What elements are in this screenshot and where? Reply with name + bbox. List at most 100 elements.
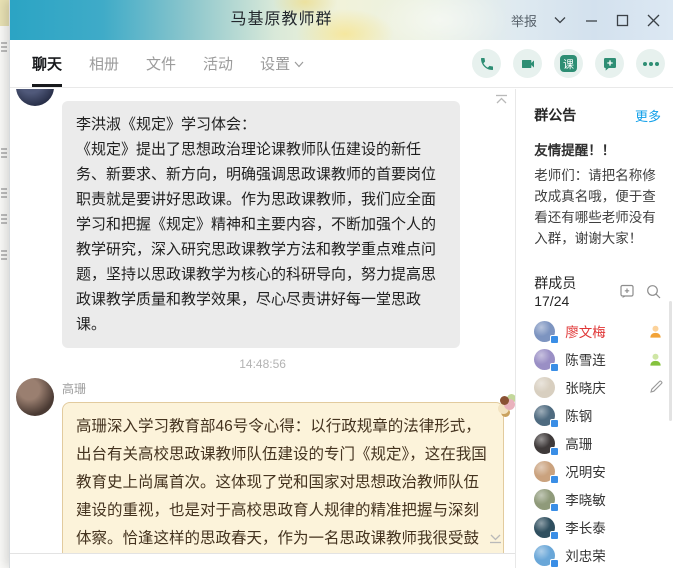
- member-row[interactable]: 张晓庆: [516, 373, 673, 401]
- toolbar-actions: 课: [472, 49, 665, 78]
- member-avatar[interactable]: [534, 433, 555, 454]
- tab-settings-label: 设置: [260, 53, 290, 74]
- background-text-fragment: [1, 42, 7, 52]
- announcement-notice-title: 友情提醒！！: [534, 139, 661, 159]
- tab-chat-label: 聊天: [32, 53, 62, 74]
- member-name: 李长泰: [565, 517, 606, 537]
- avatar[interactable]: [16, 89, 54, 106]
- invite-member-icon[interactable]: [619, 284, 635, 299]
- member-avatar[interactable]: [534, 321, 555, 342]
- video-camera-icon: [520, 56, 536, 72]
- member-row[interactable]: 高珊: [516, 429, 673, 457]
- background-window-sliver: [0, 0, 9, 568]
- pencil-icon: [649, 380, 663, 394]
- background-window-fragment: [0, 0, 9, 26]
- member-row[interactable]: 李长泰: [516, 513, 673, 541]
- scroll-to-top-icon[interactable]: [494, 92, 509, 110]
- course-button[interactable]: 课: [554, 49, 583, 78]
- message-bubble: 李洪淑《规定》学习体会： 《规定》提出了思想政治理论课教师队伍建设的新任务、新要…: [62, 101, 460, 348]
- titlebar[interactable]: 马基原教师群 举报: [10, 0, 673, 40]
- tab-album[interactable]: 相册: [89, 40, 119, 87]
- sender-name: 高珊: [62, 378, 515, 397]
- tab-settings[interactable]: 设置: [260, 40, 304, 87]
- window-title: 马基原教师群: [10, 0, 553, 40]
- online-badge: [550, 363, 559, 372]
- chevron-down-icon[interactable]: [552, 12, 568, 28]
- tab-album-label: 相册: [89, 53, 119, 74]
- tab-files-label: 文件: [146, 53, 176, 74]
- tab-activities[interactable]: 活动: [203, 40, 233, 87]
- background-text-fragment: [1, 148, 7, 158]
- search-icon[interactable]: [646, 284, 661, 299]
- tab-chat[interactable]: 聊天: [32, 40, 62, 87]
- chat-column: 李洪淑《规定》学习体会： 《规定》提出了思想政治理论课教师队伍建设的新任务、新要…: [10, 89, 515, 568]
- message-input-area[interactable]: [10, 553, 515, 568]
- minimize-button[interactable]: [583, 12, 599, 28]
- tab-bar: 聊天 相册 文件 活动 设置: [32, 40, 331, 87]
- online-badge: [550, 447, 559, 456]
- member-avatar[interactable]: [534, 489, 555, 510]
- tab-files[interactable]: 文件: [146, 40, 176, 87]
- member-name: 高珊: [565, 433, 592, 453]
- member-role-icon: [648, 352, 663, 367]
- maximize-button[interactable]: [614, 12, 630, 28]
- member-row[interactable]: 陈雪连: [516, 345, 673, 373]
- member-role-icon[interactable]: [649, 380, 663, 394]
- member-role-icon: [648, 324, 663, 339]
- member-row[interactable]: 况明安: [516, 457, 673, 485]
- member-list: 廖文梅 陈雪连 张晓庆 陈钢 高珊 况明安 李晓敏 李长泰 刘忠: [516, 317, 673, 568]
- online-badge: [550, 475, 559, 484]
- sidebar: 群公告 更多 友情提醒！！ 老师们：请把名称修改成真名哦，便于查看还有哪些老师没…: [515, 89, 673, 568]
- background-text-fragment: [1, 250, 7, 260]
- message-text: 高珊深入学习教育部46号令心得：以行政规章的法律形式，出台有关高校思政课教师队伍…: [76, 418, 487, 553]
- member-avatar[interactable]: [534, 377, 555, 398]
- member-name: 陈雪连: [565, 349, 606, 369]
- member-row[interactable]: 陈钢: [516, 401, 673, 429]
- online-badge: [550, 419, 559, 428]
- owner-person-icon: [648, 324, 663, 339]
- ellipsis-icon: [642, 61, 660, 67]
- members-count-label: 群成员 17/24: [534, 273, 608, 309]
- member-avatar[interactable]: [534, 349, 555, 370]
- scroll-to-bottom-icon[interactable]: [488, 531, 503, 549]
- titlebar-controls: 举报: [511, 0, 673, 40]
- announcement-title: 群公告: [534, 105, 635, 125]
- background-text-fragment: [1, 188, 7, 198]
- members-header: 群成员 17/24: [516, 249, 673, 317]
- toolbar: 聊天 相册 文件 活动 设置 课: [10, 40, 673, 88]
- member-avatar[interactable]: [534, 405, 555, 426]
- group-announcement: 群公告 更多 友情提醒！！ 老师们：请把名称修改成真名哦，便于查看还有哪些老师没…: [516, 89, 673, 249]
- online-badge: [550, 503, 559, 512]
- tab-activities-label: 活动: [203, 53, 233, 74]
- message-bubble: 高珊深入学习教育部46号令心得：以行政规章的法律形式，出台有关高校思政课教师队伍…: [62, 402, 504, 553]
- member-row[interactable]: 廖文梅: [516, 317, 673, 345]
- add-app-button[interactable]: [595, 49, 624, 78]
- close-button[interactable]: [645, 12, 661, 28]
- online-badge: [550, 531, 559, 540]
- member-avatar[interactable]: [534, 545, 555, 566]
- phone-icon: [479, 56, 495, 72]
- video-call-button[interactable]: [513, 49, 542, 78]
- course-icon: 课: [560, 55, 577, 72]
- member-name: 廖文梅: [565, 321, 606, 341]
- member-row[interactable]: 李晓敏: [516, 485, 673, 513]
- message: 高珊 高珊深入学习教育部46号令心得：以行政规章的法律形式，出台有关高校思政课教…: [10, 378, 515, 553]
- sidebar-scrollbar[interactable]: [669, 301, 672, 421]
- message-list[interactable]: 李洪淑《规定》学习体会： 《规定》提出了思想政治理论课教师队伍建设的新任务、新要…: [10, 89, 515, 553]
- member-avatar[interactable]: [534, 461, 555, 482]
- member-row[interactable]: 刘忠荣: [516, 541, 673, 568]
- member-avatar[interactable]: [534, 517, 555, 538]
- member-name: 张晓庆: [565, 377, 606, 397]
- member-name: 陈钢: [565, 405, 592, 425]
- avatar[interactable]: [16, 378, 54, 416]
- background-text-fragment: [1, 214, 7, 224]
- voice-call-button[interactable]: [472, 49, 501, 78]
- member-name: 李晓敏: [565, 489, 606, 509]
- admin-person-icon: [648, 352, 663, 367]
- report-button[interactable]: 举报: [511, 11, 537, 30]
- chevron-down-icon: [294, 59, 304, 69]
- more-button[interactable]: [636, 49, 665, 78]
- plus-bubble-icon: [602, 56, 618, 72]
- announcement-more-link[interactable]: 更多: [635, 106, 661, 125]
- member-name: 刘忠荣: [565, 545, 606, 565]
